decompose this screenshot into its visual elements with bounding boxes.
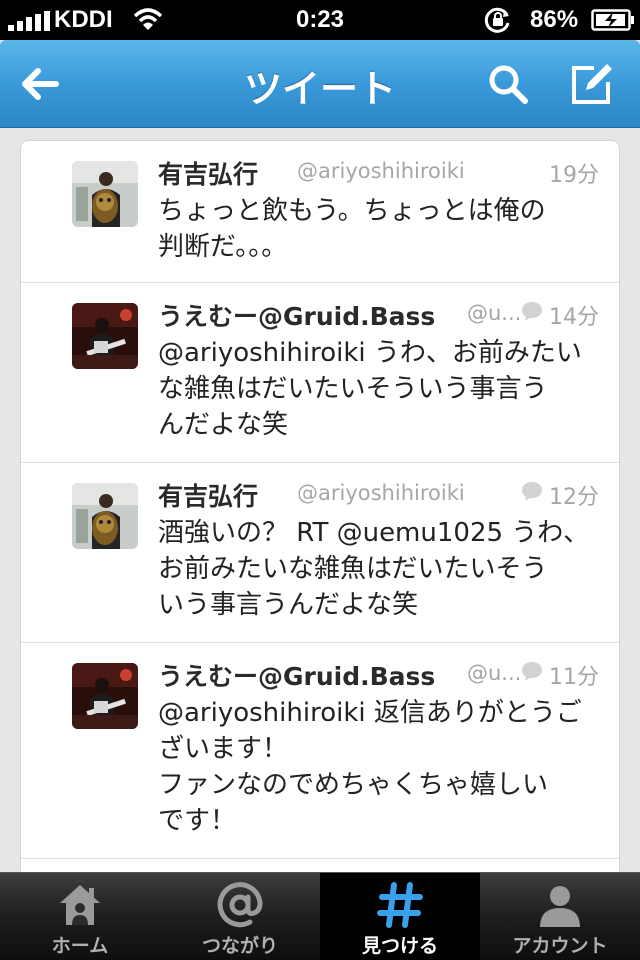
tweet-author-handle: @u... bbox=[467, 301, 522, 325]
tweet-author-name[interactable]: うえむー@Gruid.Bass bbox=[158, 657, 435, 693]
status-bar: KDDI 0:23 86% bbox=[0, 0, 640, 40]
tab-bar: ホーム つながり 見つける アカウント bbox=[0, 872, 640, 960]
tweet-text: ちょっと飲もう。ちょっとは俺の 判断だ。。。 bbox=[158, 196, 546, 262]
avatar[interactable] bbox=[72, 483, 138, 549]
rotation-lock-icon bbox=[484, 7, 510, 33]
tab-label: 見つける bbox=[361, 935, 438, 957]
compose-button[interactable] bbox=[568, 60, 616, 108]
tweet-timestamp: 14分 bbox=[549, 305, 599, 330]
tab-label: つながり bbox=[201, 935, 278, 957]
tab-connect[interactable]: つながり bbox=[160, 873, 320, 960]
search-icon bbox=[489, 65, 528, 104]
tweet-timeline[interactable]: 有吉弘行 @ariyoshihiroiki 19分 ちょっと飲もう。ちょっとは俺… bbox=[20, 140, 620, 872]
tweet-author-name[interactable]: うえむー@Gruid.Bass bbox=[158, 297, 435, 333]
search-button[interactable] bbox=[484, 60, 532, 108]
person-icon bbox=[540, 886, 580, 927]
battery-charging-icon bbox=[591, 9, 634, 31]
compose-icon bbox=[572, 64, 612, 104]
avatar[interactable] bbox=[72, 663, 138, 729]
tweet-text: 酒強いの？ RT @uemu1025 うわ、 お前みたいな雑魚はだいたいそう い… bbox=[158, 518, 590, 620]
hashtag-icon bbox=[377, 882, 423, 928]
tab-discover[interactable]: 見つける bbox=[320, 873, 480, 960]
tweet-row[interactable]: うえむー@Gruid.Bass @u... 14分 @ariyoshihiroi… bbox=[21, 283, 619, 463]
tweet-author-handle: @u... bbox=[467, 661, 522, 685]
avatar[interactable] bbox=[72, 303, 138, 369]
tweet-text: @ariyoshihiroiki うわ、お前みたい な雑魚はだいたいそういう事言… bbox=[158, 338, 582, 440]
tweet-timestamp: 11分 bbox=[549, 665, 599, 690]
avatar-image-ariyoshi bbox=[72, 161, 138, 227]
avatar-image-uemu bbox=[72, 663, 138, 729]
at-sign-icon bbox=[217, 882, 263, 928]
tweet-row[interactable]: 有吉弘行 @ariyoshihiroiki 19分 ちょっと飲もう。ちょっとは俺… bbox=[21, 141, 619, 283]
tweet-author-name[interactable]: 有吉弘行 bbox=[158, 477, 258, 513]
tweet-timestamp: 12分 bbox=[549, 485, 599, 510]
tweet-author-name[interactable]: 有吉弘行 bbox=[158, 155, 258, 191]
navigation-bar: ツイート bbox=[0, 40, 640, 128]
reply-bubble-icon bbox=[522, 302, 542, 321]
avatar[interactable] bbox=[72, 161, 138, 227]
tweet-author-handle: @ariyoshihiroiki bbox=[297, 481, 465, 505]
tweet-author-handle: @ariyoshihiroiki bbox=[297, 159, 465, 183]
tweet-row-partial[interactable] bbox=[21, 859, 619, 872]
avatar-image-uemu bbox=[72, 303, 138, 369]
tweet-row[interactable]: 有吉弘行 @ariyoshihiroiki 12分 酒強いの？ RT @uemu… bbox=[21, 463, 619, 643]
tab-label: アカウント bbox=[512, 935, 608, 957]
tweet-row[interactable]: うえむー@Gruid.Bass @u... 11分 @ariyoshihiroi… bbox=[21, 643, 619, 859]
battery-percent: 86% bbox=[530, 6, 579, 33]
tweet-text: @ariyoshihiroiki 返信ありがとうご ざいます！ ファンなのでめち… bbox=[158, 698, 582, 836]
reply-bubble-icon bbox=[522, 662, 542, 681]
home-icon bbox=[60, 885, 100, 925]
page-title: ツイート bbox=[243, 67, 396, 111]
reply-bubble-icon bbox=[522, 482, 542, 501]
avatar-image-ariyoshi bbox=[72, 483, 138, 549]
tab-home[interactable]: ホーム bbox=[0, 873, 160, 960]
tab-account[interactable]: アカウント bbox=[480, 873, 640, 960]
tweet-timestamp: 19分 bbox=[549, 163, 599, 188]
tab-label: ホーム bbox=[51, 935, 109, 957]
